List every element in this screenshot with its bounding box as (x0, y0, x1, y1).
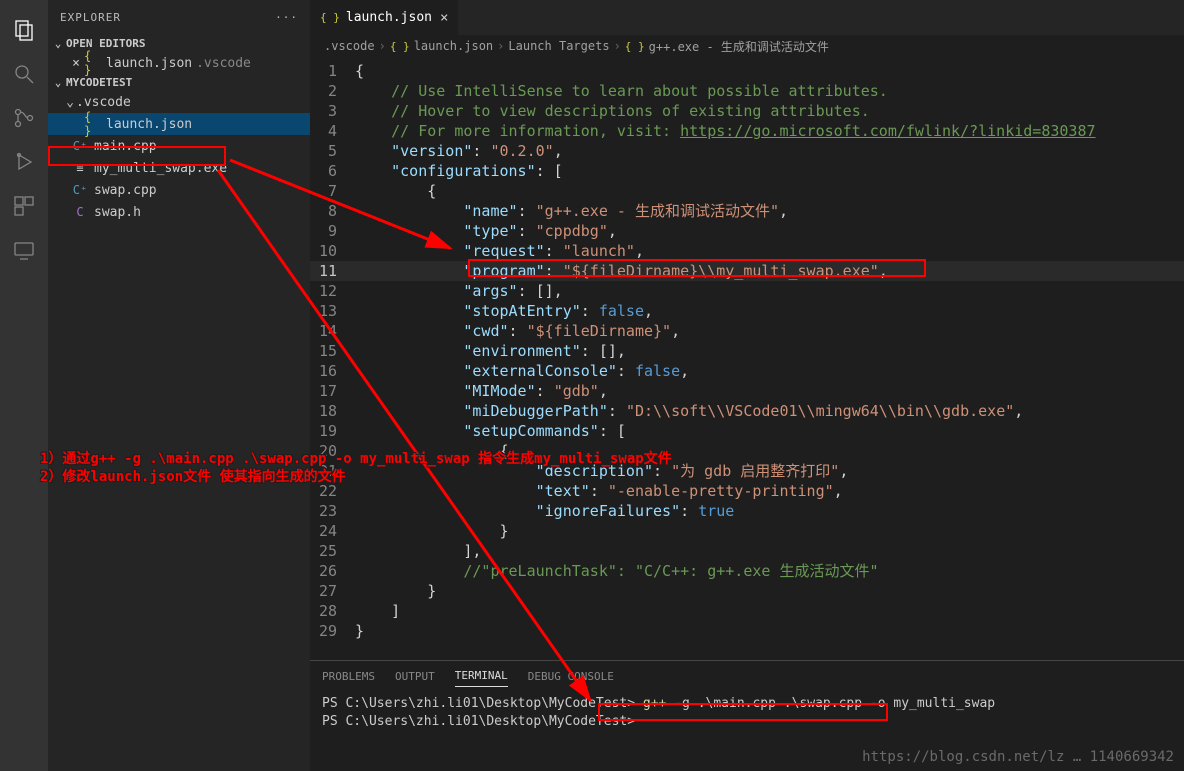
activity-remote[interactable] (0, 228, 48, 272)
editor-area: { } launch.json × .vscode› { }launch.jso… (310, 0, 1184, 660)
chevron-down-icon: ⌄ (52, 37, 64, 50)
code-editor[interactable]: 1{2 // Use IntelliSense to learn about p… (310, 57, 1184, 641)
activity-explorer[interactable] (0, 8, 48, 52)
json-icon: { } (625, 40, 645, 53)
file-launch-json[interactable]: { } launch.json (48, 113, 310, 135)
cpp-icon: C⁺ (72, 182, 88, 198)
tab-debug-console[interactable]: DEBUG CONSOLE (528, 670, 614, 687)
json-icon: { } (320, 11, 340, 24)
chevron-down-icon: ⌄ (64, 95, 76, 110)
tab-terminal[interactable]: TERMINAL (455, 669, 508, 687)
json-icon: { } (84, 55, 100, 71)
chevron-down-icon: ⌄ (52, 76, 64, 89)
exe-icon: ≡ (72, 160, 88, 176)
h-icon: C (72, 204, 88, 220)
cpp-icon: C⁺ (72, 138, 88, 154)
explorer-title: EXPLORER (60, 11, 121, 24)
file-swap-cpp[interactable]: C⁺ swap.cpp (48, 179, 310, 201)
activity-search[interactable] (0, 52, 48, 96)
activity-debug[interactable] (0, 140, 48, 184)
tab-launch-json[interactable]: { } launch.json × (310, 0, 458, 35)
tab-output[interactable]: OUTPUT (395, 670, 435, 687)
activity-extensions[interactable] (0, 184, 48, 228)
editor-tabs: { } launch.json × (310, 0, 1184, 35)
open-editor-dir: .vscode (196, 56, 251, 71)
more-icon[interactable]: ··· (275, 11, 298, 24)
annotation-text: 1）通过g++ -g .\main.cpp .\swap.cpp -o my_m… (40, 450, 672, 486)
open-editor-filename: launch.json (106, 56, 192, 71)
file-my-multi-swap-exe[interactable]: ≡ my_multi_swap.exe (48, 157, 310, 179)
close-icon[interactable]: × (440, 10, 448, 26)
explorer-sidebar: EXPLORER ··· ⌄ OPEN EDITORS × { } launch… (48, 0, 310, 771)
file-main-cpp[interactable]: C⁺ main.cpp (48, 135, 310, 157)
breadcrumbs[interactable]: .vscode› { }launch.json› Launch Targets›… (310, 35, 1184, 57)
json-icon: { } (84, 116, 100, 132)
file-swap-h[interactable]: C swap.h (48, 201, 310, 223)
terminal-content[interactable]: PS C:\Users\zhi.li01\Desktop\MyCodeTest>… (310, 695, 1184, 731)
watermark: https://blog.csdn.net/lz … 1140669342 (862, 749, 1174, 765)
tab-problems[interactable]: PROBLEMS (322, 670, 375, 687)
folder-root[interactable]: ⌄ MYCODETEST (48, 74, 310, 91)
open-editor-item[interactable]: × { } launch.json .vscode (48, 52, 310, 74)
json-icon: { } (390, 40, 410, 53)
activity-scm[interactable] (0, 96, 48, 140)
close-icon[interactable]: × (68, 56, 84, 71)
